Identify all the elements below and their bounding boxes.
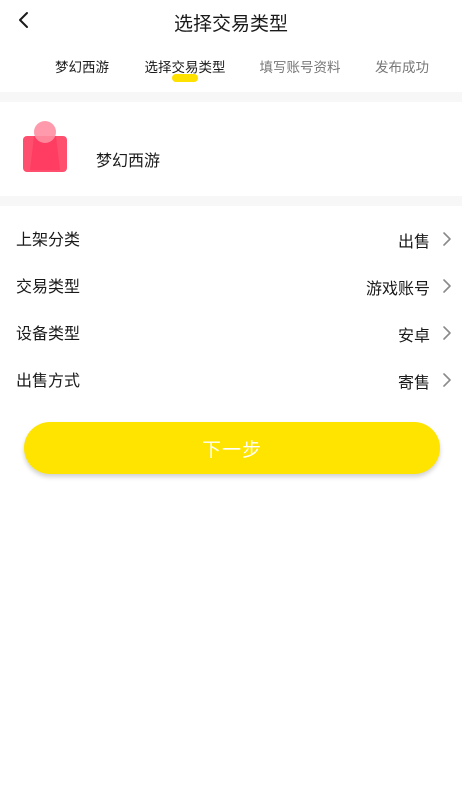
chevron-right-icon bbox=[442, 231, 452, 247]
option-row-listing-category[interactable]: 上架分类 出售 bbox=[0, 214, 462, 261]
chevron-right-icon bbox=[442, 325, 452, 341]
option-label: 出售方式 bbox=[16, 371, 81, 390]
chevron-right-icon bbox=[442, 372, 452, 388]
option-label: 设备类型 bbox=[16, 324, 81, 343]
option-label: 上架分类 bbox=[16, 230, 81, 249]
step-tab-trade-type[interactable]: 选择交易类型 bbox=[145, 56, 226, 76]
option-list: 上架分类 出售 交易类型 游戏账号 设备类型 安卓 出售方式 寄售 bbox=[0, 214, 462, 402]
option-value: 安卓 bbox=[397, 326, 430, 345]
game-name: 梦幻西游 bbox=[96, 151, 161, 170]
next-step-button[interactable]: 下一步 bbox=[24, 422, 440, 474]
option-value: 出售 bbox=[397, 232, 430, 251]
section-divider bbox=[0, 196, 462, 206]
page-title: 选择交易类型 bbox=[173, 13, 288, 35]
game-card: 梦幻西游 bbox=[0, 104, 462, 196]
step-tab-account-info[interactable]: 填写账号资料 bbox=[260, 56, 341, 76]
option-label: 交易类型 bbox=[16, 277, 81, 296]
chevron-right-icon bbox=[442, 278, 452, 294]
section-divider bbox=[0, 92, 462, 102]
next-step-label: 下一步 bbox=[201, 439, 262, 461]
shopping-bag-icon bbox=[23, 121, 67, 172]
option-row-device-type[interactable]: 设备类型 安卓 bbox=[0, 308, 462, 355]
option-value: 寄售 bbox=[397, 373, 430, 392]
header-bar: 选择交易类型 bbox=[0, 0, 462, 44]
step-tabs: 梦幻西游 选择交易类型 填写账号资料 发布成功 bbox=[0, 52, 462, 88]
step-tab-game[interactable]: 梦幻西游 bbox=[55, 56, 109, 76]
option-row-trade-type[interactable]: 交易类型 游戏账号 bbox=[0, 261, 462, 308]
active-step-indicator bbox=[172, 74, 198, 82]
option-value: 游戏账号 bbox=[365, 279, 430, 298]
option-row-sale-method[interactable]: 出售方式 寄售 bbox=[0, 355, 462, 402]
step-tab-published[interactable]: 发布成功 bbox=[375, 56, 429, 76]
